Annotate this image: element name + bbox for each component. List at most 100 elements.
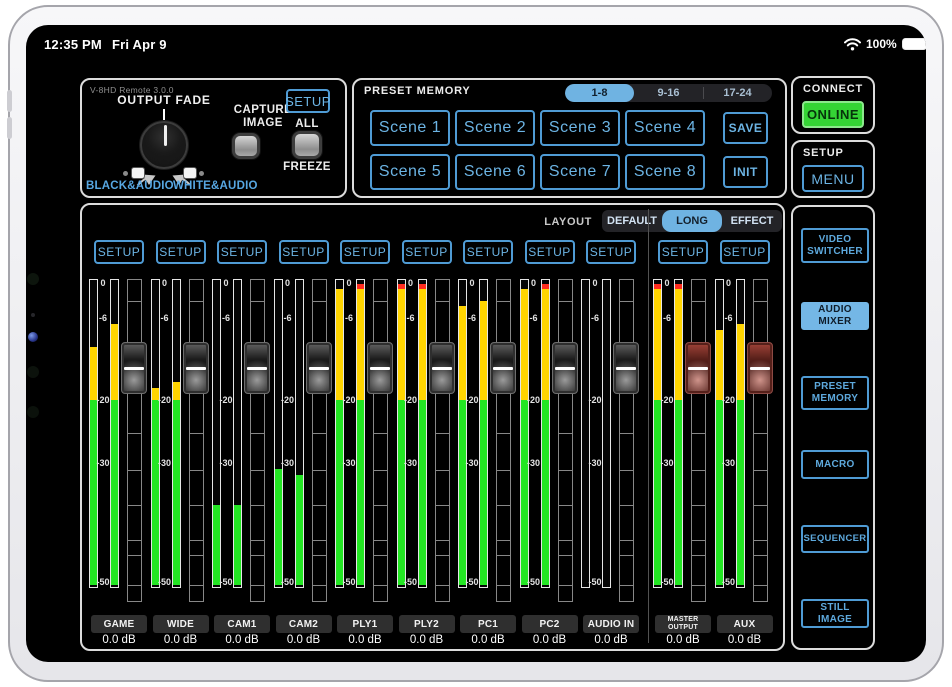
meter-scale-label: -30 xyxy=(341,458,357,468)
sidebar-item-preset-memory[interactable]: PRESET MEMORY xyxy=(801,376,869,410)
meter-fill xyxy=(111,400,118,585)
sidebar-item-audio-mixer[interactable]: AUDIO MIXER xyxy=(801,302,869,330)
fader-handle[interactable] xyxy=(244,342,270,394)
init-button[interactable]: INIT xyxy=(723,156,768,188)
output-fade-panel: V-8HD Remote 3.0.0 OUTPUT FADE BLACK&AUD… xyxy=(80,78,347,198)
meter-scale-label: -6 xyxy=(659,313,675,323)
fader-handle[interactable] xyxy=(367,342,393,394)
meter-fill xyxy=(357,400,364,585)
meter-scale-label: -20 xyxy=(526,395,542,405)
fader-handle[interactable] xyxy=(747,342,773,394)
meter-scale-label: -20 xyxy=(659,395,675,405)
channel-db-value: 0.0 dB xyxy=(273,634,335,646)
meter-scale-label: 0 xyxy=(659,278,675,288)
meter-scale-label: -30 xyxy=(280,458,296,468)
channel-db-value: 0.0 dB xyxy=(396,634,458,646)
save-button[interactable]: SAVE xyxy=(723,112,768,144)
fader-handle[interactable] xyxy=(429,342,455,394)
scene-button-4[interactable]: Scene 4 xyxy=(625,110,705,146)
black-fade-indicator xyxy=(123,171,128,176)
fader-handle[interactable] xyxy=(685,342,711,394)
output-fade-knob[interactable] xyxy=(140,121,188,169)
preset-tab-9-16[interactable]: 9-16 xyxy=(634,84,703,102)
volume-up-button[interactable] xyxy=(7,90,12,112)
meter-scale: 0-6-20-30-50 xyxy=(280,205,296,605)
fader-track xyxy=(312,279,327,602)
channel-db-value: 0.0 dB xyxy=(714,634,776,646)
preset-memory-panel: PRESET MEMORY 1-89-1617-24 Scene 1Scene … xyxy=(352,78,787,198)
scene-button-6[interactable]: Scene 6 xyxy=(455,154,535,190)
sidebar-item-macro[interactable]: MACRO xyxy=(801,450,869,479)
fader-handle[interactable] xyxy=(613,342,639,394)
channel-db-value: 0.0 dB xyxy=(88,634,150,646)
meter-right xyxy=(110,279,119,588)
scene-button-8[interactable]: Scene 8 xyxy=(625,154,705,190)
fader-handle[interactable] xyxy=(306,342,332,394)
scene-button-1[interactable]: Scene 1 xyxy=(370,110,450,146)
meter-scale-label: -20 xyxy=(341,395,357,405)
sidebar-item-sequencer[interactable]: SEQUENCER xyxy=(801,525,869,553)
fade-setup-button[interactable]: SETUP xyxy=(286,89,330,113)
meter-fill xyxy=(419,289,426,400)
all-freeze-button[interactable] xyxy=(292,131,322,159)
meter-right xyxy=(602,279,611,588)
meter-scale-label: -50 xyxy=(280,577,296,587)
fader-track xyxy=(127,279,142,602)
meter-fill xyxy=(542,284,549,289)
meter-fill xyxy=(296,475,303,585)
fader-handle[interactable] xyxy=(183,342,209,394)
fader-track xyxy=(691,279,706,602)
meter-right xyxy=(541,279,550,588)
capture-image-button[interactable] xyxy=(232,133,260,159)
meter-scale-label: -20 xyxy=(218,395,234,405)
meter-scale-label: -6 xyxy=(95,313,111,323)
meter-scale-label: 0 xyxy=(403,278,419,288)
meter-scale-label: -6 xyxy=(403,313,419,323)
volume-down-button[interactable] xyxy=(7,117,12,139)
meter-scale-label: 0 xyxy=(157,278,173,288)
meter-fill xyxy=(542,400,549,585)
channel-db-value: 0.0 dB xyxy=(519,634,581,646)
channel-strip-aux: 0-6-20-30-50AUX0.0 dB xyxy=(714,205,776,649)
menu-button[interactable]: MENU xyxy=(802,165,864,192)
fader-handle[interactable] xyxy=(490,342,516,394)
preset-tab-1-8[interactable]: 1-8 xyxy=(565,84,634,102)
scene-button-7[interactable]: Scene 7 xyxy=(540,154,620,190)
meter-right xyxy=(674,279,683,588)
channel-label-badge: PC1 xyxy=(460,615,516,633)
meter-fill xyxy=(480,400,487,585)
white-fade-led xyxy=(183,167,197,179)
meter-scale-label: -50 xyxy=(341,577,357,587)
channel-db-value: 0.0 dB xyxy=(457,634,519,646)
meter-scale-label: -50 xyxy=(403,577,419,587)
fader-handle[interactable] xyxy=(552,342,578,394)
sidebar-item-still-image[interactable]: STILL IMAGE xyxy=(801,599,869,628)
channel-db-value: 0.0 dB xyxy=(580,634,642,646)
online-status-button[interactable]: ONLINE xyxy=(802,101,864,128)
all-label: ALL xyxy=(277,118,337,130)
status-bar: 12:35 PMFri Apr 9 100% xyxy=(32,28,926,54)
scene-button-3[interactable]: Scene 3 xyxy=(540,110,620,146)
fader-handle[interactable] xyxy=(121,342,147,394)
scene-button-5[interactable]: Scene 5 xyxy=(370,154,450,190)
channel-label-badge: CAM1 xyxy=(214,615,270,633)
status-time-date: 12:35 PMFri Apr 9 xyxy=(44,37,177,52)
meter-scale-label: -30 xyxy=(403,458,419,468)
meter-right xyxy=(479,279,488,588)
scene-button-2[interactable]: Scene 2 xyxy=(455,110,535,146)
fader-track xyxy=(373,279,388,602)
meter-fill xyxy=(675,400,682,585)
sidebar-item-video-switcher[interactable]: VIDEO SWITCHER xyxy=(801,228,869,263)
preset-tab-17-24[interactable]: 17-24 xyxy=(703,84,772,102)
meter-scale-label: -20 xyxy=(587,395,603,405)
freeze-label: FREEZE xyxy=(277,161,337,173)
audio-mixer-panel: LAYOUT DEFAULTLONGEFFECT SETUPSETUPSETUP… xyxy=(80,203,785,651)
fader-track xyxy=(435,279,450,602)
channel-label-badge: GAME xyxy=(91,615,147,633)
meter-scale-label: -50 xyxy=(218,577,234,587)
meter-scale-label: -20 xyxy=(95,395,111,405)
channel-label-badge: PC2 xyxy=(522,615,578,633)
setup-panel: SETUP MENU xyxy=(791,140,875,198)
meter-scale-label: -30 xyxy=(157,458,173,468)
channel-strip-pc1: 0-6-20-30-50PC10.0 dB xyxy=(457,205,519,649)
